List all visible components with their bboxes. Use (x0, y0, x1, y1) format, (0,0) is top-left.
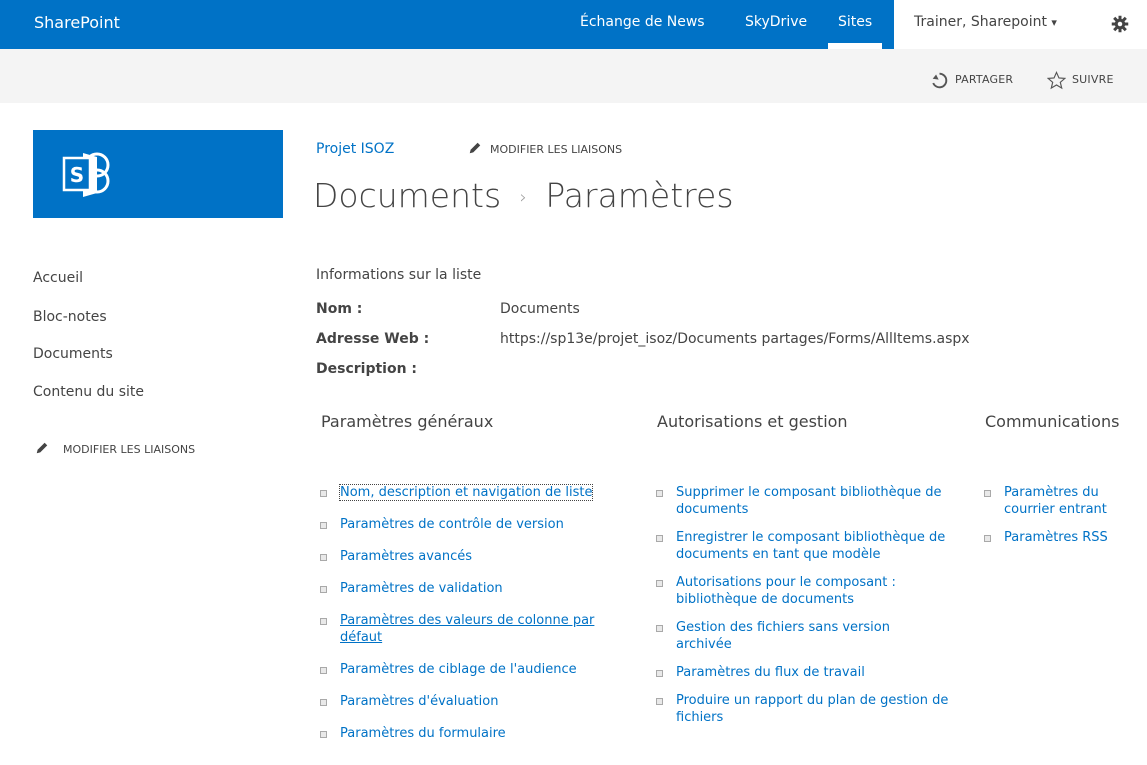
link-delete-library[interactable]: Supprimer le composant bibliothèque de d… (656, 484, 951, 518)
site-logo[interactable]: S (33, 130, 283, 218)
user-menu[interactable]: Trainer, Sharepoint ▾ (914, 14, 1057, 30)
link-file-plan-report[interactable]: Produire un rapport du plan de gestion d… (656, 692, 966, 726)
description-label: Description : (316, 361, 418, 377)
name-label: Nom : (316, 301, 363, 317)
quicklaunch-item-documents[interactable]: Documents (33, 346, 113, 362)
sharepoint-logo-icon: S (62, 152, 110, 197)
title-separator: › (519, 187, 527, 208)
link-checked-out-files[interactable]: Gestion des fichiers sans version archiv… (656, 619, 926, 653)
permissions-management-links: Supprimer le composant bibliothèque de d… (656, 484, 956, 737)
link-audience-targeting[interactable]: Paramètres de ciblage de l'audience (320, 661, 636, 678)
communications-heading: Communications (985, 412, 1120, 431)
quicklaunch-edit-links-label: MODIFIER LES LIAISONS (63, 443, 196, 456)
general-settings-links: Nom, description et navigation de liste … (320, 484, 636, 757)
link-rss-settings[interactable]: Paramètres RSS (984, 529, 1144, 546)
quicklaunch-item-bloc-notes[interactable]: Bloc-notes (33, 309, 107, 325)
link-incoming-email-settings[interactable]: Paramètres du courrier entrant (984, 484, 1144, 518)
page-title: Documents › Paramètres (313, 176, 734, 215)
page-title-list[interactable]: Documents (313, 176, 501, 215)
permissions-management-heading: Autorisations et gestion (657, 412, 848, 431)
link-column-default-values[interactable]: Paramètres des valeurs de colonne par dé… (320, 612, 620, 646)
link-advanced-settings[interactable]: Paramètres avancés (320, 548, 636, 565)
quicklaunch-item-site-contents[interactable]: Contenu du site (33, 384, 144, 400)
sharepoint-brand[interactable]: SharePoint (34, 13, 120, 32)
breadcrumb-site-link[interactable]: Projet ISOZ (316, 141, 394, 157)
link-form-settings[interactable]: Paramètres du formulaire (320, 725, 636, 742)
follow-label: SUIVRE (1072, 73, 1114, 86)
link-library-permissions[interactable]: Autorisations pour le composant : biblio… (656, 574, 951, 608)
top-edit-links-label: MODIFIER LES LIAISONS (490, 143, 623, 156)
web-address-label: Adresse Web : (316, 331, 430, 347)
share-icon (932, 72, 948, 89)
link-save-as-template[interactable]: Enregistrer le composant bibliothèque de… (656, 529, 951, 563)
user-name: Trainer, Sharepoint (914, 14, 1047, 30)
general-settings-heading: Paramètres généraux (321, 412, 494, 431)
link-rating-settings[interactable]: Paramètres d'évaluation (320, 693, 636, 710)
share-label: PARTAGER (955, 73, 1014, 86)
link-list-name-description[interactable]: Nom, description et navigation de liste (320, 484, 636, 501)
follow-star-icon (1047, 71, 1066, 90)
chevron-down-icon: ▾ (1051, 16, 1057, 29)
link-workflow-settings[interactable]: Paramètres du flux de travail (656, 664, 951, 681)
link-validation-settings[interactable]: Paramètres de validation (320, 580, 636, 597)
nav-skydrive[interactable]: SkyDrive (745, 14, 807, 30)
web-address-value: https://sp13e/projet_isoz/Documents part… (500, 331, 970, 347)
name-value: Documents (500, 301, 580, 317)
user-area: Trainer, Sharepoint ▾ (894, 0, 1147, 49)
pencil-icon (36, 442, 48, 454)
list-info-heading: Informations sur la liste (316, 267, 482, 283)
gear-icon[interactable] (1111, 15, 1129, 33)
pencil-icon (469, 142, 481, 154)
nav-sites[interactable]: Sites (838, 14, 872, 30)
page-title-settings: Paramètres (545, 176, 734, 215)
nav-echange-de-news[interactable]: Échange de News (580, 14, 705, 30)
link-versioning-settings[interactable]: Paramètres de contrôle de version (320, 516, 636, 533)
communications-links: Paramètres du courrier entrant Paramètre… (984, 484, 1144, 557)
quicklaunch-item-accueil[interactable]: Accueil (33, 270, 83, 286)
svg-text:S: S (70, 163, 84, 187)
